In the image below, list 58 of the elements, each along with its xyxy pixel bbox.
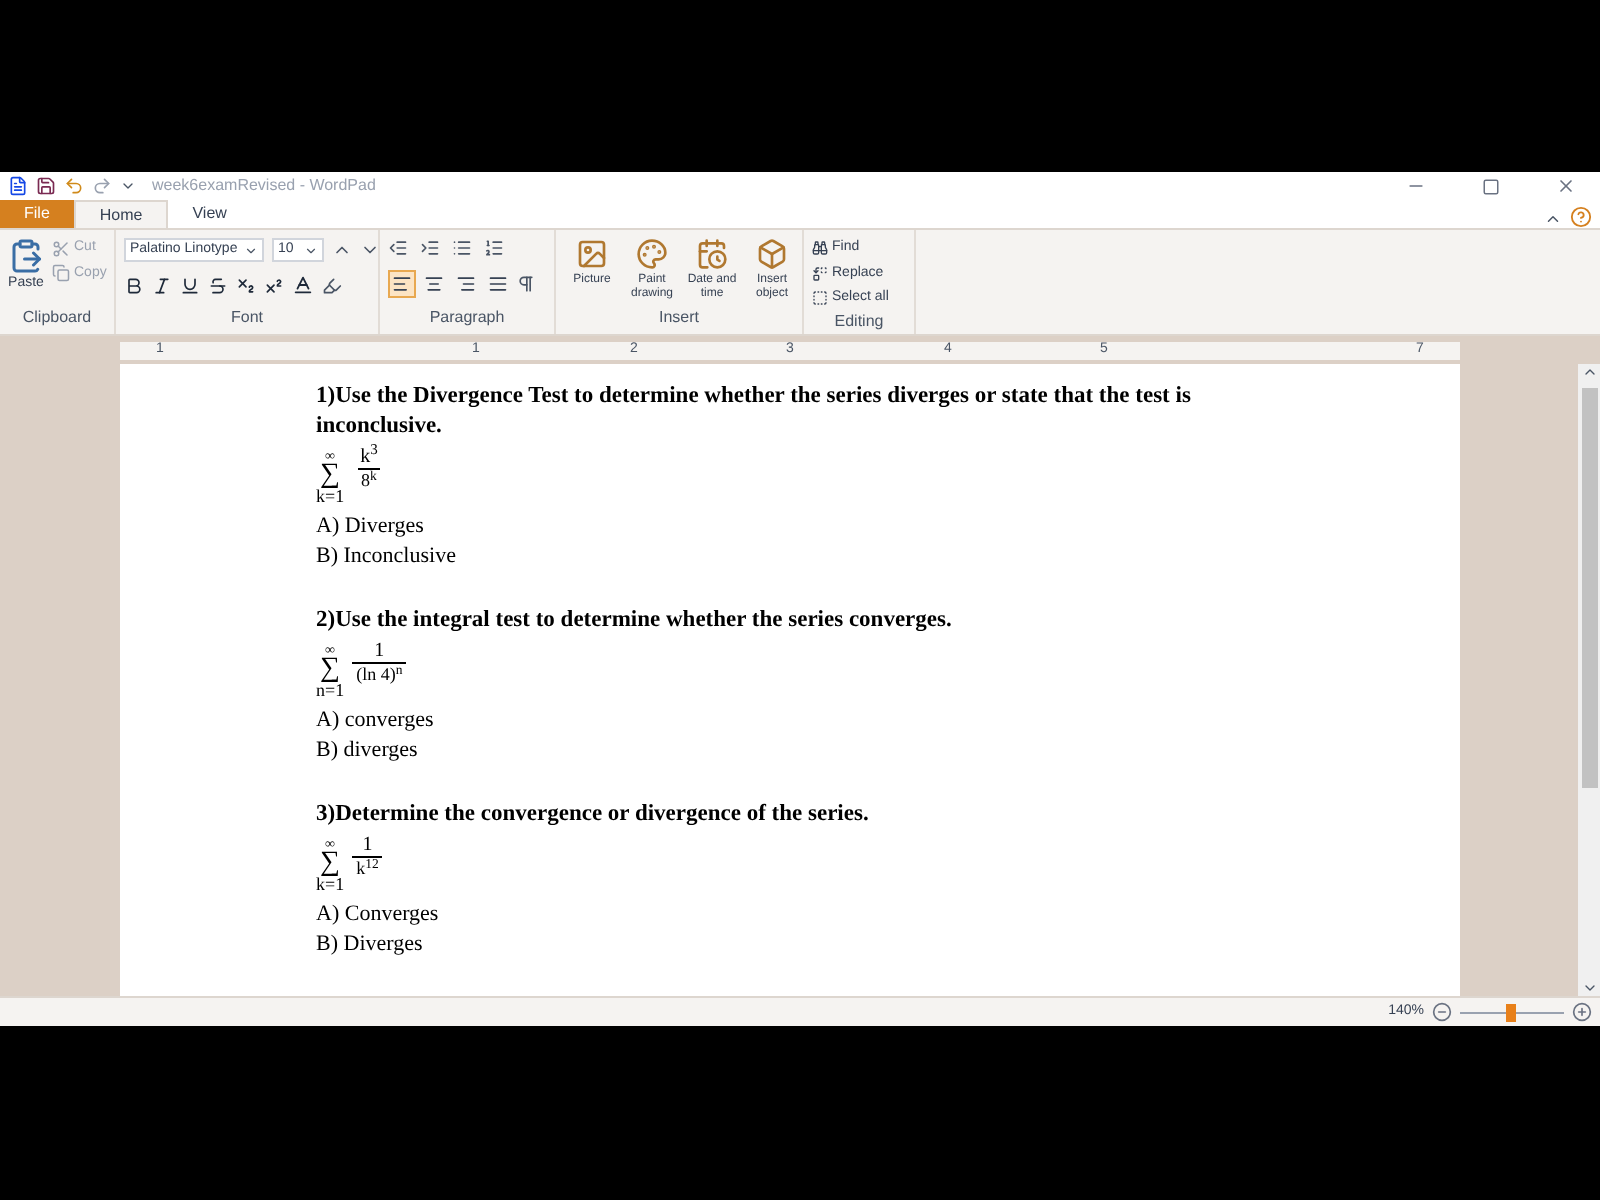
answer-option: A) Diverges	[316, 512, 1460, 542]
superscript-icon[interactable]	[264, 275, 284, 295]
customize-icon[interactable]	[120, 178, 136, 194]
ribbon-tab[interactable]: Home	[73, 200, 169, 228]
cube-icon	[756, 238, 788, 270]
strikethrough-icon[interactable]	[208, 275, 228, 295]
app-icon	[8, 176, 28, 196]
maximize-icon[interactable]	[1482, 177, 1500, 195]
help-icon[interactable]	[1570, 206, 1592, 228]
landscape-icon	[576, 238, 608, 270]
clipboard-icon	[8, 238, 44, 274]
zoom-slider[interactable]	[1460, 1003, 1564, 1021]
replace-icon	[812, 265, 828, 282]
redo-icon[interactable]	[92, 176, 112, 196]
answer-option: A) Converges	[316, 900, 1460, 930]
zoom-in-icon[interactable]	[1572, 1002, 1592, 1022]
caret-icon	[244, 243, 258, 257]
scroll-up-icon[interactable]	[1581, 364, 1597, 380]
answer-option: A) converges	[316, 706, 1460, 736]
group-label: Editing	[832, 309, 886, 334]
save-icon[interactable]	[36, 176, 56, 196]
increase-indent-icon[interactable]	[420, 238, 440, 258]
text-color-icon[interactable]	[292, 274, 314, 296]
caret-icon	[304, 243, 318, 257]
undo-icon[interactable]	[64, 176, 84, 196]
palette-icon	[636, 238, 668, 270]
group-label: Font	[228, 306, 265, 330]
close-icon[interactable]	[1556, 176, 1576, 196]
copy-icon	[52, 264, 70, 283]
group-label: Clipboard	[20, 306, 94, 330]
bullet-list-icon[interactable]	[452, 238, 472, 258]
bold-icon[interactable]	[124, 275, 144, 295]
scroll-down-icon[interactable]	[1581, 980, 1597, 996]
answer-option: B) diverges	[316, 736, 1460, 766]
zoom-out-icon[interactable]	[1432, 1002, 1452, 1022]
calendar-clock-icon	[696, 238, 728, 270]
question-text: 3)Determine the convergence or divergence of the series.	[316, 800, 871, 830]
paragraph-icon[interactable]	[516, 274, 536, 294]
answer-option: B) Inconclusive	[316, 542, 1460, 572]
subscript-icon[interactable]	[236, 275, 256, 295]
scissors-icon	[52, 239, 70, 258]
binoculars-icon	[812, 240, 828, 257]
question-text: 2)Use the integral test to determine whether the series converges.	[316, 606, 954, 636]
italic-icon[interactable]	[152, 275, 172, 295]
group-label: Paragraph	[427, 306, 507, 330]
question-text: 1)Use the Divergence Test to determine whether the series diverges or state that the test is inconclusive.	[316, 382, 1193, 442]
vertical-scrollbar[interactable]	[1578, 364, 1600, 996]
collapse-ribbon-icon[interactable]	[1544, 210, 1562, 228]
decrease-indent-icon[interactable]	[388, 238, 408, 258]
select-all-icon	[812, 290, 828, 307]
underline-icon[interactable]	[180, 275, 200, 295]
ribbon-tab[interactable]: View	[168, 200, 251, 228]
highlighter-icon[interactable]	[322, 275, 342, 295]
align-left-button[interactable]	[388, 270, 416, 298]
group-label: Insert	[656, 306, 701, 330]
window-title: week6examRevised - WordPad	[152, 174, 376, 198]
answer-option: B) Diverges	[316, 930, 1460, 960]
slider-thumb[interactable]	[1505, 1003, 1516, 1021]
